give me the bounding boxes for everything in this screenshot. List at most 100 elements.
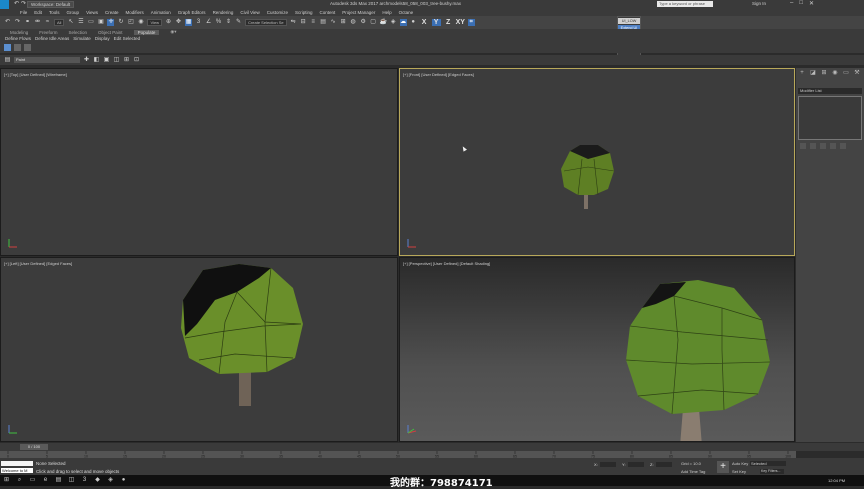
edge-icon[interactable]: e bbox=[42, 477, 49, 484]
menu-file[interactable]: File bbox=[20, 10, 27, 15]
render-iterative-icon[interactable]: ◈ bbox=[390, 19, 397, 26]
3dsmax-icon[interactable]: 3 bbox=[81, 477, 88, 484]
edit-named-selection-icon[interactable]: ✎ bbox=[235, 19, 242, 26]
bind-spacewarp-icon[interactable]: ≈ bbox=[44, 19, 51, 26]
key-filters-button[interactable]: Key Filters... bbox=[760, 469, 784, 474]
rendered-frame-icon[interactable]: ▢ bbox=[370, 19, 377, 26]
axis-constraint-icon[interactable]: ⌗ bbox=[467, 19, 475, 26]
reference-coordinate-dropdown[interactable]: View bbox=[147, 19, 163, 26]
render-setup-icon[interactable]: ⚙ bbox=[360, 19, 367, 26]
tree-model-front[interactable] bbox=[558, 143, 618, 213]
edit-selected-button[interactable]: Edit Selected bbox=[114, 36, 141, 41]
layer-object-icon[interactable]: ⊡ bbox=[133, 57, 140, 64]
define-flows-button[interactable]: Define Flows bbox=[5, 36, 31, 41]
menu-group[interactable]: Group bbox=[67, 10, 80, 15]
set-key-button[interactable]: Set Key bbox=[732, 469, 746, 474]
menu-civil-view[interactable]: Civil View bbox=[240, 10, 259, 15]
app-icon[interactable]: ◈ bbox=[107, 477, 114, 484]
tab-populate[interactable]: Populate bbox=[133, 29, 160, 35]
menu-rendering[interactable]: Rendering bbox=[213, 10, 234, 15]
simulate-button[interactable]: Simulate bbox=[73, 36, 91, 41]
keyboard-shortcut-icon[interactable]: ▦ bbox=[185, 19, 193, 26]
select-by-name-icon[interactable]: ☰ bbox=[77, 19, 84, 26]
tab-modeling[interactable]: Modeling bbox=[10, 30, 28, 35]
octane-render-icon[interactable]: ● bbox=[410, 19, 417, 26]
snaps-toggle-icon[interactable]: 3 bbox=[195, 19, 202, 26]
place-icon[interactable]: ◉ bbox=[137, 19, 144, 26]
modifier-list-dropdown[interactable]: Modifier List bbox=[798, 88, 862, 94]
viewport-top[interactable]: [+] [Top] [User Defined] [Wireframe] bbox=[0, 68, 398, 256]
explorer-icon[interactable]: ▤ bbox=[55, 477, 62, 484]
time-slider-handle[interactable]: 0 / 100 bbox=[20, 444, 48, 450]
selection-filter-dropdown[interactable]: All bbox=[54, 19, 65, 26]
start-icon[interactable]: ⊞ bbox=[3, 477, 10, 484]
viewport-label[interactable]: [+] [Left] [User Defined] [Edged Faces] bbox=[4, 261, 72, 266]
menu-modifiers[interactable]: Modifiers bbox=[126, 10, 144, 15]
redo-icon[interactable]: ↷ bbox=[14, 19, 21, 26]
maximize-icon[interactable]: □ bbox=[799, 0, 803, 7]
axis-xy-button[interactable]: XY bbox=[456, 19, 465, 26]
menu-customize[interactable]: Customize bbox=[267, 10, 288, 15]
a360-render-icon[interactable]: ☁ bbox=[399, 19, 407, 26]
create-tab-icon[interactable]: + bbox=[798, 70, 806, 77]
motion-tab-icon[interactable]: ◉ bbox=[831, 70, 839, 77]
angle-snap-icon[interactable]: ∠ bbox=[205, 19, 212, 26]
maxscript-mini-listener[interactable]: Welcome to M bbox=[1, 468, 33, 473]
layer-select-icon[interactable]: ▣ bbox=[103, 57, 110, 64]
coord-z-field[interactable] bbox=[655, 462, 672, 468]
workspace-selector[interactable]: Workspace: Default bbox=[27, 1, 75, 8]
menu-octane[interactable]: Octane bbox=[399, 10, 414, 15]
axis-x-button[interactable]: X bbox=[420, 19, 429, 26]
utilities-tab-icon[interactable]: ⚒ bbox=[853, 70, 861, 77]
add-time-tag[interactable]: Add Time Tag bbox=[681, 469, 705, 474]
pivot-center-icon[interactable]: ⊕ bbox=[165, 19, 172, 26]
link-icon[interactable]: ⚭ bbox=[24, 19, 31, 26]
hierarchy-tab-icon[interactable]: ⊞ bbox=[820, 70, 828, 77]
material-editor-icon[interactable]: ◍ bbox=[350, 19, 357, 26]
menu-help[interactable]: Help bbox=[382, 10, 391, 15]
viewport-front[interactable]: [+] [Front] [User Defined] [Edged Faces] bbox=[399, 68, 795, 256]
menu-project-manager[interactable]: Project Manager bbox=[342, 10, 375, 15]
select-manipulate-icon[interactable]: ✥ bbox=[175, 19, 182, 26]
make-unique-icon[interactable] bbox=[820, 143, 826, 149]
ribbon-options-icon[interactable]: ◉▾ bbox=[170, 29, 176, 35]
viewport-label[interactable]: [+] [Perspective] [User Defined] [Defaul… bbox=[403, 261, 490, 266]
viewport-label[interactable]: [+] [Front] [User Defined] [Edged Faces] bbox=[403, 72, 474, 77]
tab-freeform[interactable]: Freeform bbox=[39, 30, 57, 35]
modifier-stack[interactable] bbox=[798, 96, 862, 140]
show-end-result-icon[interactable] bbox=[810, 143, 816, 149]
region-select-icon[interactable]: ▭ bbox=[87, 19, 94, 26]
close-icon[interactable]: ✕ bbox=[809, 0, 814, 7]
tab-selection[interactable]: Selection bbox=[69, 30, 88, 35]
store-icon[interactable]: ◫ bbox=[68, 477, 75, 484]
menu-animation[interactable]: Animation bbox=[151, 10, 171, 15]
display-icon[interactable] bbox=[24, 44, 31, 51]
viewport-left[interactable]: [+] [Left] [User Defined] [Edged Faces] bbox=[0, 257, 398, 442]
configure-sets-icon[interactable] bbox=[840, 143, 846, 149]
layer-manager-icon[interactable]: ▤ bbox=[4, 57, 11, 64]
align-icon[interactable]: ⊟ bbox=[300, 19, 307, 26]
maxscript-listener-input[interactable] bbox=[1, 461, 33, 466]
select-move-icon[interactable]: ✛ bbox=[107, 19, 115, 26]
menu-graph-editors[interactable]: Graph Editors bbox=[178, 10, 206, 15]
viewport-perspective[interactable]: [+] [Perspective] [User Defined] [Defaul… bbox=[399, 257, 795, 442]
sign-in-link[interactable]: Sign In bbox=[752, 1, 766, 6]
axis-z-button[interactable]: Z bbox=[444, 19, 453, 26]
track-bar[interactable]: 0 5 10 15 20 25 30 35 40 45 50 55 60 65 70 75 80 85 90 95 10… bbox=[0, 451, 796, 459]
coord-y[interactable]: Y: bbox=[622, 462, 644, 468]
remove-modifier-icon[interactable] bbox=[830, 143, 836, 149]
popup-header[interactable]: UI_LOW bbox=[618, 18, 640, 24]
tab-object-paint[interactable]: Object Paint bbox=[98, 30, 123, 35]
define-idle-areas-button[interactable]: Define Idle Areas bbox=[35, 36, 69, 41]
auto-key-button[interactable]: Auto Key bbox=[732, 461, 748, 466]
mirror-icon[interactable]: ⇋ bbox=[290, 19, 297, 26]
minimize-icon[interactable]: – bbox=[790, 0, 793, 7]
coord-z[interactable]: Z: bbox=[650, 462, 672, 468]
select-object-icon[interactable]: ↖ bbox=[67, 19, 74, 26]
render-production-icon[interactable]: ☕ bbox=[380, 19, 387, 26]
coord-x-field[interactable] bbox=[599, 462, 616, 468]
axis-y-button[interactable]: Y bbox=[431, 19, 441, 26]
curve-editor-icon[interactable]: ∿ bbox=[330, 19, 337, 26]
pin-stack-icon[interactable] bbox=[800, 143, 806, 149]
selection-dropdown[interactable]: Selected bbox=[750, 461, 786, 466]
